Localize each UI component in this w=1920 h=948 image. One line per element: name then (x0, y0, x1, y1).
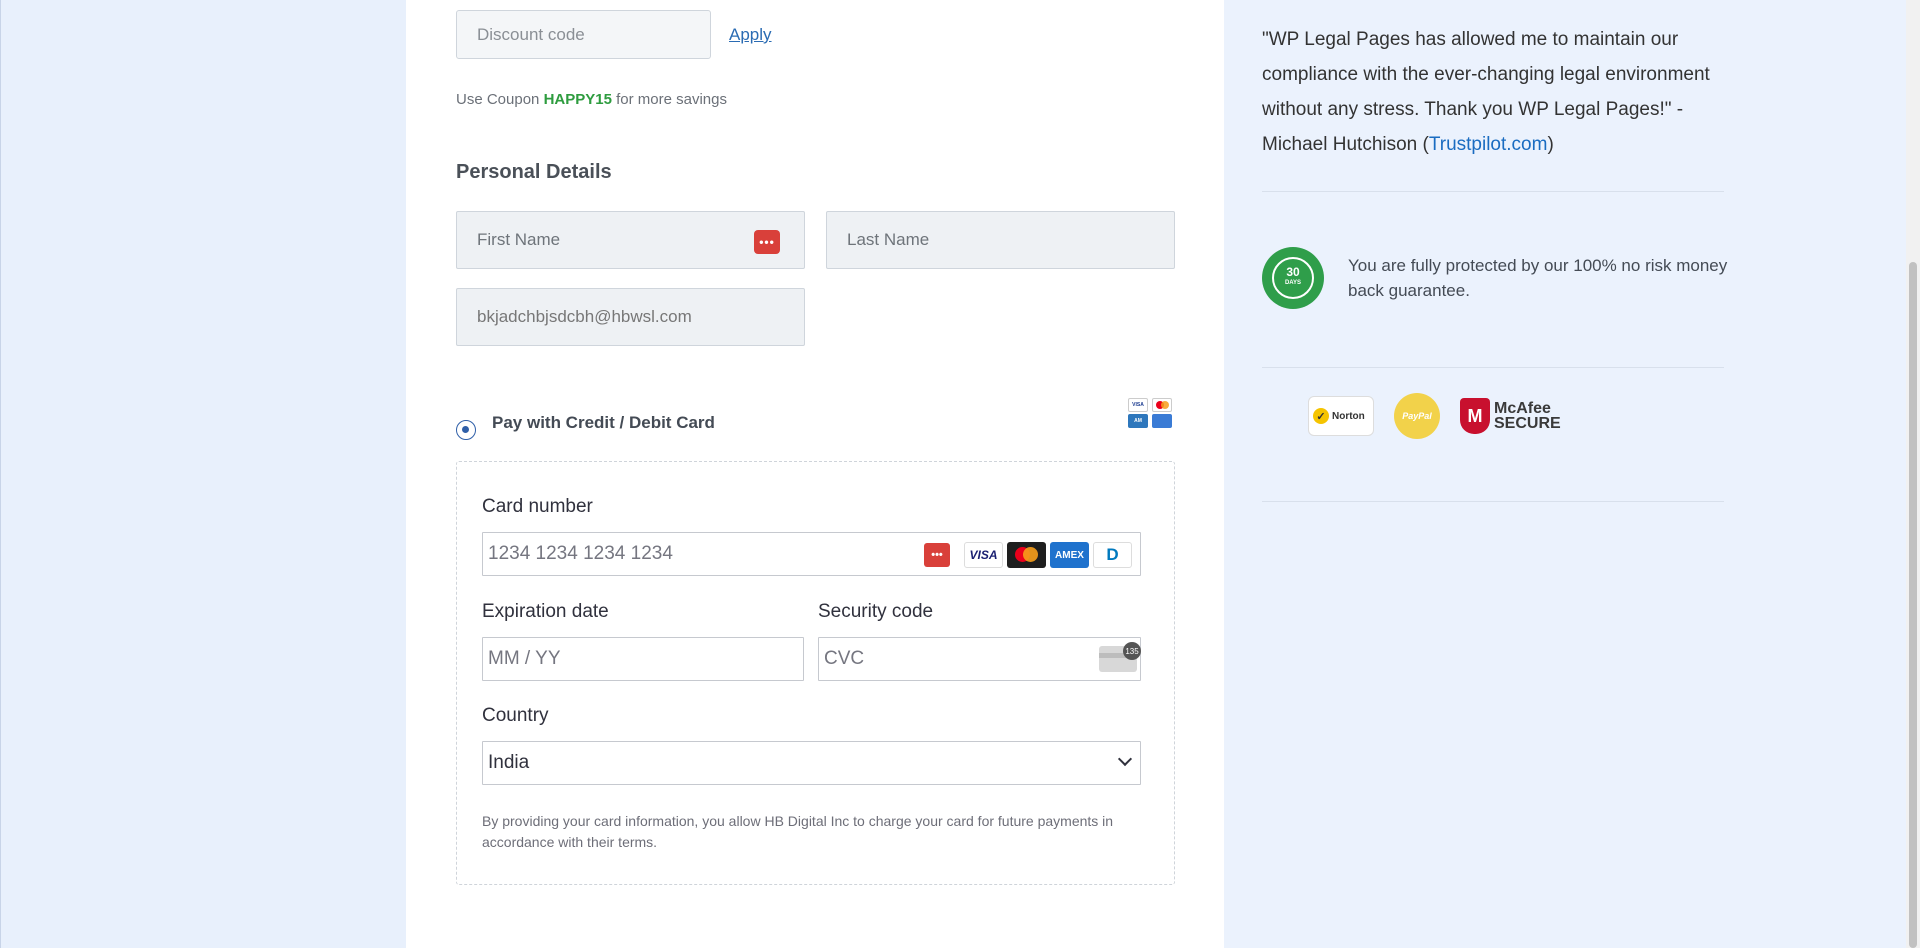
badge-number: 30 (1286, 265, 1300, 279)
paypal-verified-badge: PayPal (1394, 393, 1440, 439)
chevron-down-icon (1117, 751, 1133, 767)
norton-label: Norton (1332, 410, 1365, 422)
expiration-label: Expiration date (482, 601, 609, 622)
country-label: Country (482, 705, 549, 726)
security-code-placeholder: CVC (824, 648, 865, 669)
card-payment-label[interactable]: Pay with Credit / Debit Card (492, 413, 715, 433)
coupon-code: HAPPY15 (543, 91, 612, 108)
country-value: India (488, 752, 530, 773)
expiration-placeholder: MM / YY (488, 648, 561, 669)
email-field[interactable]: bkjadchbjsdcbh@hbwsl.com (456, 288, 805, 346)
security-code-input[interactable]: CVC 135 (818, 637, 1141, 681)
testimonial-quote: "WP Legal Pages has allowed me to mainta… (1262, 22, 1742, 162)
badge-text: DAYS (1284, 280, 1302, 286)
visa-icon: VISA (1128, 398, 1148, 412)
visa-icon: VISA (964, 542, 1003, 568)
mcafee-label-1: McAfee (1494, 400, 1551, 417)
divider (1262, 191, 1724, 192)
card-number-placeholder: 1234 1234 1234 1234 (488, 543, 673, 564)
money-back-badge-icon: 30 DAYS (1262, 247, 1324, 309)
page-scrollbar[interactable] (1906, 0, 1920, 948)
card-brand-icons: ••• VISA AMEX D (924, 542, 1132, 568)
checkout-form: Discount code Apply Use Coupon HAPPY15 f… (406, 0, 1224, 948)
coupon-note-suffix: for more savings (616, 91, 727, 108)
country-select[interactable]: India (482, 741, 1141, 785)
expiration-input[interactable]: MM / YY (482, 637, 804, 681)
sidebar: "WP Legal Pages has allowed me to mainta… (1224, 0, 1906, 948)
norton-secured-badge: ✓ Norton (1308, 396, 1374, 436)
quote-end: ) (1547, 134, 1554, 155)
diners-club-icon: D (1093, 542, 1132, 568)
divider (1262, 367, 1724, 368)
trust-badges: ✓ Norton PayPal M McAfee SECURE (1308, 393, 1561, 439)
cvc-badge: 135 (1123, 642, 1141, 660)
coupon-note: Use Coupon HAPPY15 for more savings (456, 91, 727, 108)
mcafee-label-2: SECURE (1494, 415, 1561, 432)
page-left-background (0, 0, 406, 948)
check-icon: ✓ (1313, 408, 1329, 424)
first-name-field[interactable]: First Name ••• (456, 211, 805, 269)
mcafee-secure-badge: M McAfee SECURE (1460, 398, 1561, 434)
mastercard-icon (1152, 398, 1172, 412)
guarantee-text: You are fully protected by our 100% no r… (1348, 256, 1728, 300)
divider (1262, 501, 1724, 502)
card-payment-radio[interactable] (456, 420, 476, 440)
last-name-field[interactable]: Last Name (826, 211, 1175, 269)
password-manager-icon[interactable]: ••• (754, 230, 780, 254)
email-value: bkjadchbjsdcbh@hbwsl.com (477, 307, 692, 326)
discount-code-input[interactable]: Discount code (456, 10, 711, 59)
security-code-label: Security code (818, 601, 934, 622)
password-manager-icon[interactable]: ••• (924, 543, 950, 567)
coupon-note-prefix: Use Coupon (456, 91, 540, 108)
paypal-label: PayPal (1402, 411, 1432, 421)
personal-details-title: Personal Details (456, 161, 612, 183)
apply-discount-link[interactable]: Apply (729, 25, 772, 45)
card-number-input[interactable]: 1234 1234 1234 1234 ••• VISA AMEX D (482, 532, 1141, 576)
amex-icon: AMEX (1050, 542, 1089, 568)
card-disclaimer: By providing your card information, you … (482, 813, 1114, 850)
trustpilot-link[interactable]: Trustpilot.com (1429, 134, 1548, 155)
amex-icon: AM (1128, 414, 1148, 428)
mcafee-shield-icon: M (1460, 398, 1490, 434)
first-name-placeholder: First Name (477, 230, 561, 249)
card-generic-icon (1152, 414, 1172, 428)
last-name-placeholder: Last Name (847, 230, 930, 249)
card-number-label: Card number (482, 496, 593, 517)
mastercard-icon (1007, 542, 1046, 568)
accepted-cards-icons: VISA AM (1128, 398, 1174, 430)
card-payment-box: Card number 1234 1234 1234 1234 ••• VISA… (456, 461, 1175, 885)
scrollbar-thumb[interactable] (1909, 262, 1917, 948)
cvc-card-icon: 135 (1099, 642, 1141, 672)
